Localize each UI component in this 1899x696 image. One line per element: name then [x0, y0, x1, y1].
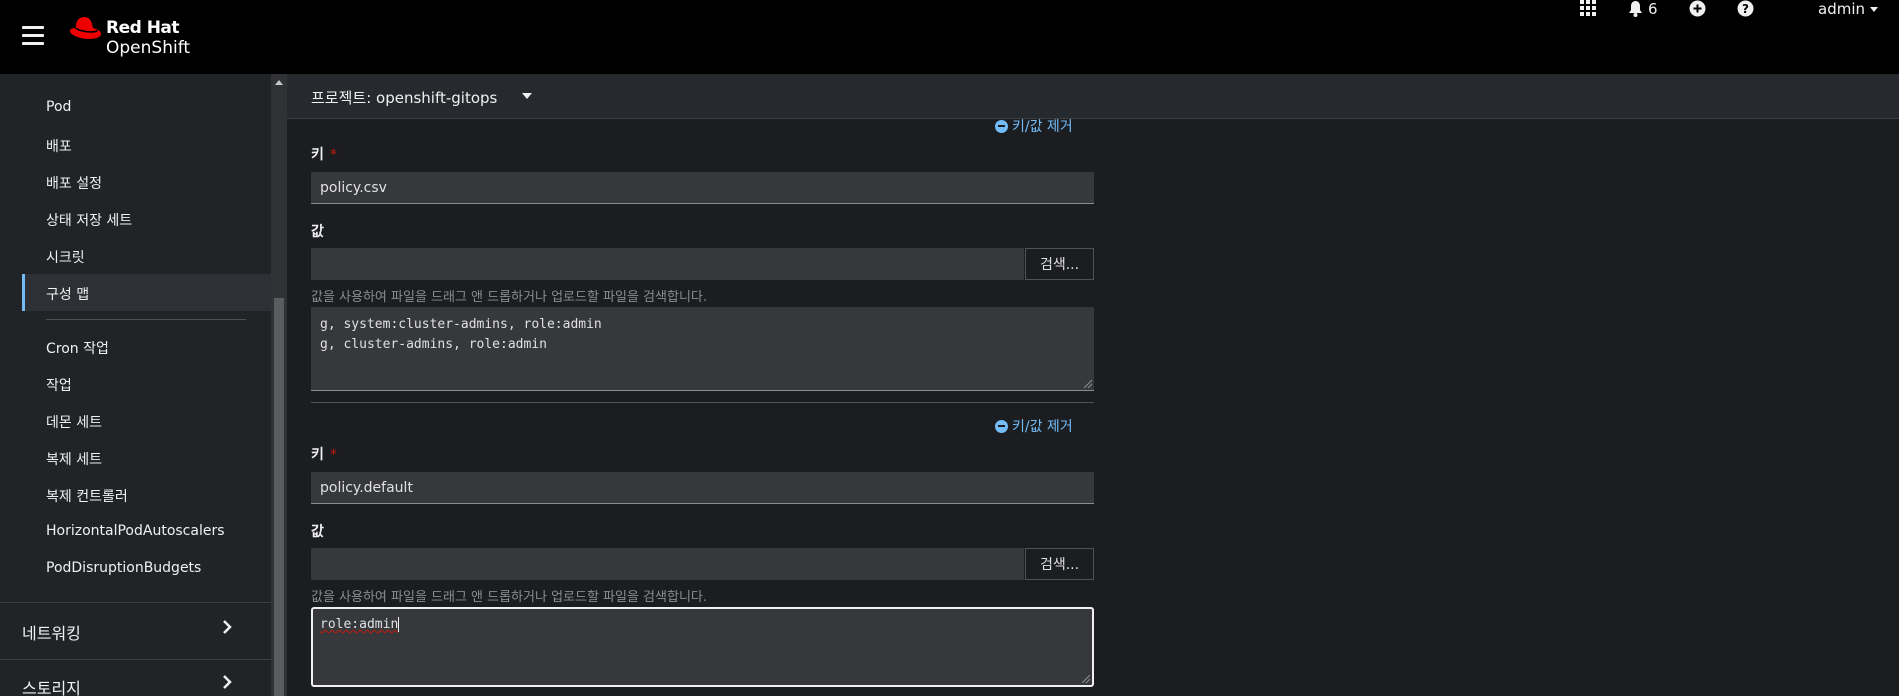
key-input[interactable]: policy.csv: [311, 172, 1094, 204]
helper-text: 값을 사용하여 파일을 드래그 앤 드롭하거나 업로드할 파일을 검색합니다.: [311, 290, 707, 305]
bell-icon: [1629, 1, 1642, 17]
entry-divider: [311, 402, 1094, 403]
section-divider: [0, 602, 271, 603]
chevron-right-icon[interactable]: [222, 674, 232, 693]
helper-text: 값을 사용하여 파일을 드래그 앤 드롭하거나 업로드할 파일을 검색합니다.: [311, 590, 707, 605]
browse-button[interactable]: 검색...: [1025, 548, 1094, 580]
app-launcher-icon[interactable]: [1580, 0, 1596, 16]
sidebar-item-config-maps[interactable]: 구성 맵: [46, 284, 89, 304]
sidebar-item-replication-controllers[interactable]: 복제 컨트롤러: [46, 486, 128, 506]
user-name: admin: [1818, 0, 1865, 18]
remove-key-value-label: 키/값 제거: [1012, 419, 1073, 435]
value-textarea[interactable]: g, system:cluster-admins, role:admin g, …: [311, 307, 1094, 391]
browse-button[interactable]: 검색...: [1025, 248, 1094, 280]
key-label-text: 키: [311, 447, 324, 463]
remove-key-value-button[interactable]: 키/값 제거: [995, 116, 1073, 136]
sidebar-section-storage[interactable]: 스토리지: [22, 675, 81, 696]
chevron-right-icon[interactable]: [222, 619, 232, 638]
svg-text:?: ?: [1742, 2, 1749, 16]
help-icon[interactable]: ?: [1737, 0, 1754, 17]
sidebar-item-pods[interactable]: Pod: [46, 99, 71, 115]
sidebar-section-networking[interactable]: 네트워킹: [22, 620, 81, 644]
masthead: Red Hat OpenShift 6 ? admin: [0, 0, 1899, 74]
resize-handle-icon[interactable]: [1082, 675, 1090, 683]
minus-circle-icon: [995, 119, 1008, 133]
sidebar-item-deployment-configs[interactable]: 배포 설정: [46, 173, 102, 193]
text-caret: [398, 617, 400, 632]
remove-key-value-button[interactable]: 키/값 제거: [995, 416, 1073, 436]
main-content: 프로젝트: openshift-gitops 키/값 제거 키 * policy.…: [287, 74, 1899, 696]
key-label: 키 *: [311, 144, 337, 164]
sidebar-item-cron-jobs[interactable]: Cron 작업: [46, 338, 109, 358]
add-icon[interactable]: [1689, 0, 1706, 17]
hamburger-menu-icon[interactable]: [22, 26, 44, 46]
file-name-input[interactable]: [311, 248, 1024, 280]
sidebar-item-stateful-sets[interactable]: 상태 저장 세트: [46, 210, 132, 230]
sidebar-scrollbar[interactable]: [271, 74, 287, 696]
scroll-up-arrow-icon[interactable]: [275, 80, 283, 85]
notification-count: 6: [1648, 0, 1658, 18]
file-name-input[interactable]: [311, 548, 1024, 580]
scrollbar-thumb[interactable]: [274, 298, 284, 696]
required-indicator: *: [329, 147, 337, 163]
key-label-text: 키: [311, 147, 324, 163]
value-line: g, system:cluster-admins, role:admin: [320, 317, 602, 332]
value-label: 값: [311, 524, 324, 540]
sidebar: Pod 배포 배포 설정 상태 저장 세트 시크릿 구성 맵 Cron 작업 작…: [0, 74, 271, 696]
sidebar-item-replica-sets[interactable]: 복제 세트: [46, 449, 102, 469]
value-textarea[interactable]: role:admin: [311, 607, 1094, 687]
active-item-indicator: [22, 274, 25, 311]
sidebar-item-secrets[interactable]: 시크릿: [46, 247, 85, 267]
user-menu[interactable]: admin: [1818, 0, 1878, 18]
key-input[interactable]: policy.default: [311, 472, 1094, 504]
brand-name-line2: OpenShift: [106, 38, 191, 58]
project-selector[interactable]: 프로젝트: openshift-gitops: [311, 87, 497, 108]
sidebar-item-deployments[interactable]: 배포: [46, 136, 72, 156]
sidebar-item-daemon-sets[interactable]: 데몬 세트: [46, 412, 102, 432]
red-hat-logo-icon: [70, 17, 101, 39]
sidebar-item-hpas[interactable]: HorizontalPodAutoscalers: [46, 523, 225, 539]
key-label: 키 *: [311, 444, 337, 464]
caret-down-icon: [1870, 6, 1878, 12]
project-bar: 프로젝트: openshift-gitops: [287, 74, 1899, 119]
section-divider: [0, 659, 271, 660]
value-line: role:admin: [320, 617, 399, 632]
remove-key-value-label: 키/값 제거: [1012, 119, 1073, 135]
caret-down-icon[interactable]: [522, 93, 532, 99]
nav-divider: [46, 319, 246, 320]
required-indicator: *: [329, 447, 337, 463]
resize-handle-icon[interactable]: [1084, 380, 1092, 388]
value-line: g, cluster-admins, role:admin: [320, 337, 547, 352]
notifications-button[interactable]: 6: [1628, 0, 1658, 18]
brand-name-line1: Red Hat: [106, 18, 180, 38]
minus-circle-icon: [995, 419, 1008, 433]
sidebar-item-pdbs[interactable]: PodDisruptionBudgets: [46, 560, 201, 576]
value-label: 값: [311, 224, 324, 240]
sidebar-item-jobs[interactable]: 작업: [46, 375, 72, 395]
